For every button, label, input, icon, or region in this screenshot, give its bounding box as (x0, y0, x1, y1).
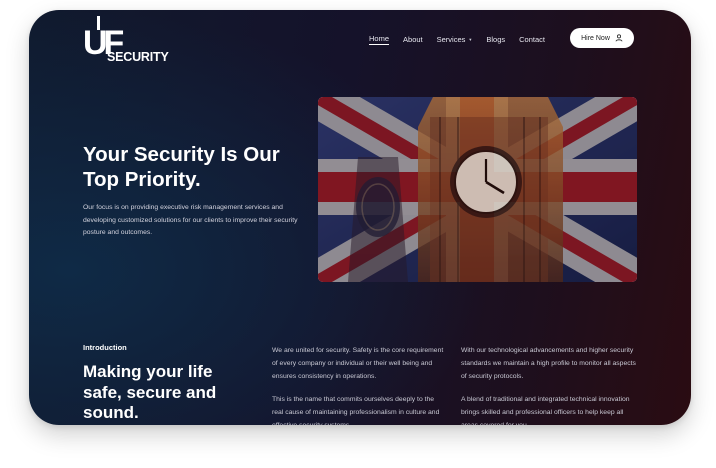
logo-text: SECURITY (107, 50, 169, 64)
big-ben-union-jack-image (318, 97, 637, 282)
intro-column-1: We are united for security. Safety is th… (272, 344, 447, 425)
logo[interactable]: UF SECURITY (83, 16, 169, 64)
nav-item-services[interactable]: Services ▼ (437, 34, 473, 45)
hire-now-button[interactable]: Hire Now (570, 28, 634, 48)
intro-paragraph: This is the name that commits ourselves … (272, 396, 440, 425)
nav-item-about[interactable]: About (403, 34, 423, 45)
page-frame: UF SECURITY Home About Services ▼ Blogs C… (29, 10, 691, 425)
nav-item-services-label: Services (436, 35, 466, 44)
intro-paragraph: We are united for security. Safety is th… (272, 347, 444, 380)
main-nav: Home About Services ▼ Blogs Contact (369, 34, 559, 45)
user-icon (615, 34, 623, 42)
intro-label: Introduction (83, 343, 127, 352)
intro-title: Making your life safe, secure and sound. (83, 362, 217, 422)
intro-paragraph: With our technological advancements and … (461, 347, 636, 380)
hero-image (318, 97, 637, 282)
hero-title: Your Security Is Our Top Priority. (83, 143, 280, 191)
chevron-down-icon: ▼ (468, 37, 473, 42)
hero-description: Our focus is on providing executive risk… (83, 204, 298, 236)
nav-item-blogs[interactable]: Blogs (486, 34, 505, 45)
nav-item-home[interactable]: Home (369, 34, 390, 45)
intro-paragraph: A blend of traditional and integrated te… (461, 396, 630, 425)
intro-column-2: With our technological advancements and … (461, 344, 641, 425)
hire-now-label: Hire Now (581, 34, 610, 42)
nav-item-contact[interactable]: Contact (519, 34, 545, 45)
